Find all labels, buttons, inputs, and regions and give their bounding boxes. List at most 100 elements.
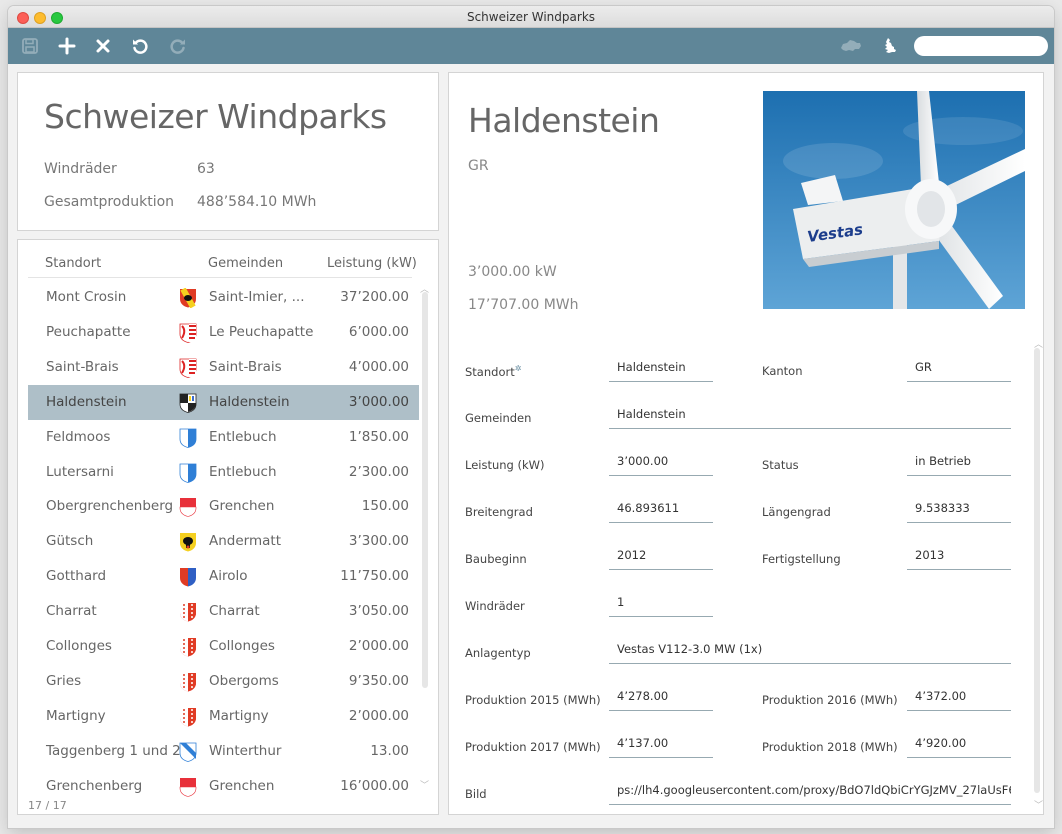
list-row[interactable]: Obergrenchenberg Grenchen 150.00 bbox=[28, 489, 419, 524]
list-row[interactable]: Grenchenberg Grenchen 16’000.00 bbox=[28, 769, 419, 804]
list-row[interactable]: Saint-Brais Saint-Brais 4’000.00 bbox=[28, 350, 419, 385]
prod2016-field[interactable]: 4’372.00 bbox=[907, 687, 1011, 711]
baubeginn-label: Baubeginn bbox=[465, 552, 527, 566]
search-input[interactable] bbox=[914, 36, 1048, 56]
row-leistung: 37’200.00 bbox=[340, 289, 409, 305]
prod2017-field[interactable]: 4’137.00 bbox=[609, 734, 713, 758]
row-standort: Peuchapatte bbox=[46, 323, 131, 340]
breitengrad-label-text: Breitengrad bbox=[465, 505, 533, 519]
jura-crest-icon bbox=[179, 323, 197, 343]
jura-crest-icon bbox=[179, 358, 197, 378]
list-row[interactable]: Mont Crosin Saint-Imier, ... 37’200.00 bbox=[28, 280, 419, 315]
row-standort: Taggenberg 1 und 2 bbox=[46, 742, 181, 759]
prod2018-field[interactable]: 4’920.00 bbox=[907, 734, 1011, 758]
wallis-crest-icon bbox=[179, 602, 197, 622]
baubeginn-field[interactable]: 2012 bbox=[609, 546, 713, 570]
header-divider bbox=[28, 277, 412, 278]
list-row[interactable]: Gütsch Andermatt 3’300.00 bbox=[28, 524, 419, 559]
prod2018-label: Produktion 2018 (MWh) bbox=[762, 740, 898, 754]
row-leistung: 3’300.00 bbox=[348, 533, 409, 550]
status-field[interactable]: in Betrieb bbox=[907, 452, 1011, 476]
detail-name: Haldenstein bbox=[468, 101, 660, 140]
list-row[interactable]: Gries Obergoms 9’350.00 bbox=[28, 664, 419, 699]
row-leistung: 16’000.00 bbox=[340, 777, 409, 794]
fertigstellung-field[interactable]: 2013 bbox=[907, 546, 1011, 570]
wallis-crest-icon bbox=[179, 707, 197, 727]
kanton-field[interactable]: GR bbox=[907, 358, 1011, 382]
bild-field[interactable]: ps://lh4.googleusercontent.com/proxy/BdO… bbox=[609, 781, 1011, 805]
list-row[interactable]: Haldenstein Haldenstein 3’000.00 bbox=[28, 384, 419, 420]
anlagentyp-label-text: Anlagentyp bbox=[465, 646, 531, 660]
breitengrad-field[interactable]: 46.893611 bbox=[609, 499, 713, 523]
solothurn-crest-icon bbox=[179, 777, 197, 797]
prod2017-label: Produktion 2017 (MWh) bbox=[465, 740, 601, 754]
row-leistung: 1’850.00 bbox=[348, 428, 409, 445]
gemeinden-field[interactable]: Haldenstein bbox=[609, 405, 1011, 429]
leistung-field[interactable]: 3’000.00 bbox=[609, 452, 713, 476]
row-leistung: 11’750.00 bbox=[340, 568, 409, 585]
anlagentyp-label: Anlagentyp bbox=[465, 646, 531, 660]
solothurn-crest-icon bbox=[179, 497, 197, 518]
detail-scroll-down-icon[interactable]: ﹀ bbox=[1034, 798, 1043, 811]
row-leistung: 2’000.00 bbox=[348, 707, 409, 724]
row-leistung: 2’000.00 bbox=[348, 638, 409, 654]
row-gemeinde: Airolo bbox=[209, 568, 248, 585]
add-icon[interactable] bbox=[58, 37, 76, 55]
save-icon[interactable] bbox=[21, 37, 39, 55]
standort-field[interactable]: Haldenstein bbox=[609, 358, 713, 382]
anlagentyp-field[interactable]: Vestas V112-3.0 MW (1x) bbox=[609, 640, 1011, 664]
list-row[interactable]: Peuchapatte Le Peuchapatte 6’000.00 bbox=[28, 315, 419, 350]
great-britain-map-icon[interactable] bbox=[881, 37, 899, 55]
undo-icon[interactable] bbox=[131, 37, 149, 55]
list-row[interactable]: Feldmoos Entlebuch 1’850.00 bbox=[28, 420, 419, 455]
row-standort: Saint-Brais bbox=[46, 358, 119, 375]
row-standort: Lutersarni bbox=[46, 463, 114, 480]
detail-scrollbar[interactable] bbox=[1034, 348, 1040, 793]
row-leistung: 3’050.00 bbox=[348, 603, 409, 620]
list-scroll-down-icon[interactable]: ﹀ bbox=[420, 778, 429, 791]
column-header-gemeinden[interactable]: Gemeinden bbox=[208, 256, 283, 271]
list-row[interactable]: Charrat Charrat 3’050.00 bbox=[28, 594, 419, 629]
row-gemeinde: Entlebuch bbox=[209, 463, 277, 480]
list-row[interactable]: Collonges Collonges 2’000.00 bbox=[28, 629, 419, 664]
redo-icon[interactable] bbox=[169, 37, 187, 55]
production-value: 488’584.10 MWh bbox=[197, 194, 317, 210]
delete-icon[interactable] bbox=[94, 37, 112, 55]
summary-panel: Schweizer Windparks Windräder 63 Gesamtp… bbox=[17, 72, 439, 231]
row-gemeinde: Charrat bbox=[209, 603, 260, 620]
windraeder-field[interactable]: 1 bbox=[609, 593, 713, 617]
leistung-label: Leistung (kW) bbox=[465, 458, 545, 472]
row-standort: Gries bbox=[46, 672, 82, 689]
wallis-crest-icon bbox=[179, 672, 197, 692]
column-header-standort[interactable]: Standort bbox=[45, 256, 101, 271]
standort-label-text: Standort bbox=[465, 364, 515, 379]
list-row[interactable]: Martigny Martigny 2’000.00 bbox=[28, 699, 419, 734]
list-row[interactable]: Gotthard Airolo 11’750.00 bbox=[28, 559, 419, 594]
switzerland-map-icon[interactable] bbox=[840, 37, 862, 55]
laengengrad-field[interactable]: 9.538333 bbox=[907, 499, 1011, 523]
turbines-value: 63 bbox=[197, 161, 215, 177]
row-leistung: 2’300.00 bbox=[348, 463, 409, 480]
row-standort: Martigny bbox=[46, 707, 106, 724]
list-row[interactable]: Lutersarni Entlebuch 2’300.00 bbox=[28, 455, 419, 490]
prod2015-field[interactable]: 4’278.00 bbox=[609, 687, 713, 711]
detail-panel: Haldenstein GR 3’000.00 kW 17’707.00 MWh bbox=[448, 72, 1044, 815]
gemeinden-label-text: Gemeinden bbox=[465, 411, 532, 425]
uri-crest-icon bbox=[179, 532, 197, 552]
breitengrad-label: Breitengrad bbox=[465, 505, 533, 519]
list-row[interactable]: Taggenberg 1 und 2 Winterthur 13.00 bbox=[28, 734, 419, 769]
tessin-crest-icon bbox=[179, 567, 197, 587]
column-header-leistung[interactable]: Leistung (kW) bbox=[327, 256, 417, 271]
row-leistung: 6’000.00 bbox=[348, 323, 409, 340]
kanton-label-text: Kanton bbox=[762, 364, 803, 378]
row-leistung: 4’000.00 bbox=[348, 358, 409, 375]
prod2016-label: Produktion 2016 (MWh) bbox=[762, 693, 898, 707]
list-scrollbar[interactable] bbox=[422, 292, 428, 688]
row-leistung: 13.00 bbox=[370, 742, 409, 759]
row-gemeinde: Winterthur bbox=[209, 742, 282, 759]
production-label: Gesamtproduktion bbox=[44, 194, 175, 210]
toolbar bbox=[8, 28, 1054, 64]
zuerich-crest-icon bbox=[179, 742, 197, 762]
row-standort: Mont Crosin bbox=[46, 289, 127, 305]
prod2015-label-text: Produktion 2015 (MWh) bbox=[465, 693, 601, 707]
